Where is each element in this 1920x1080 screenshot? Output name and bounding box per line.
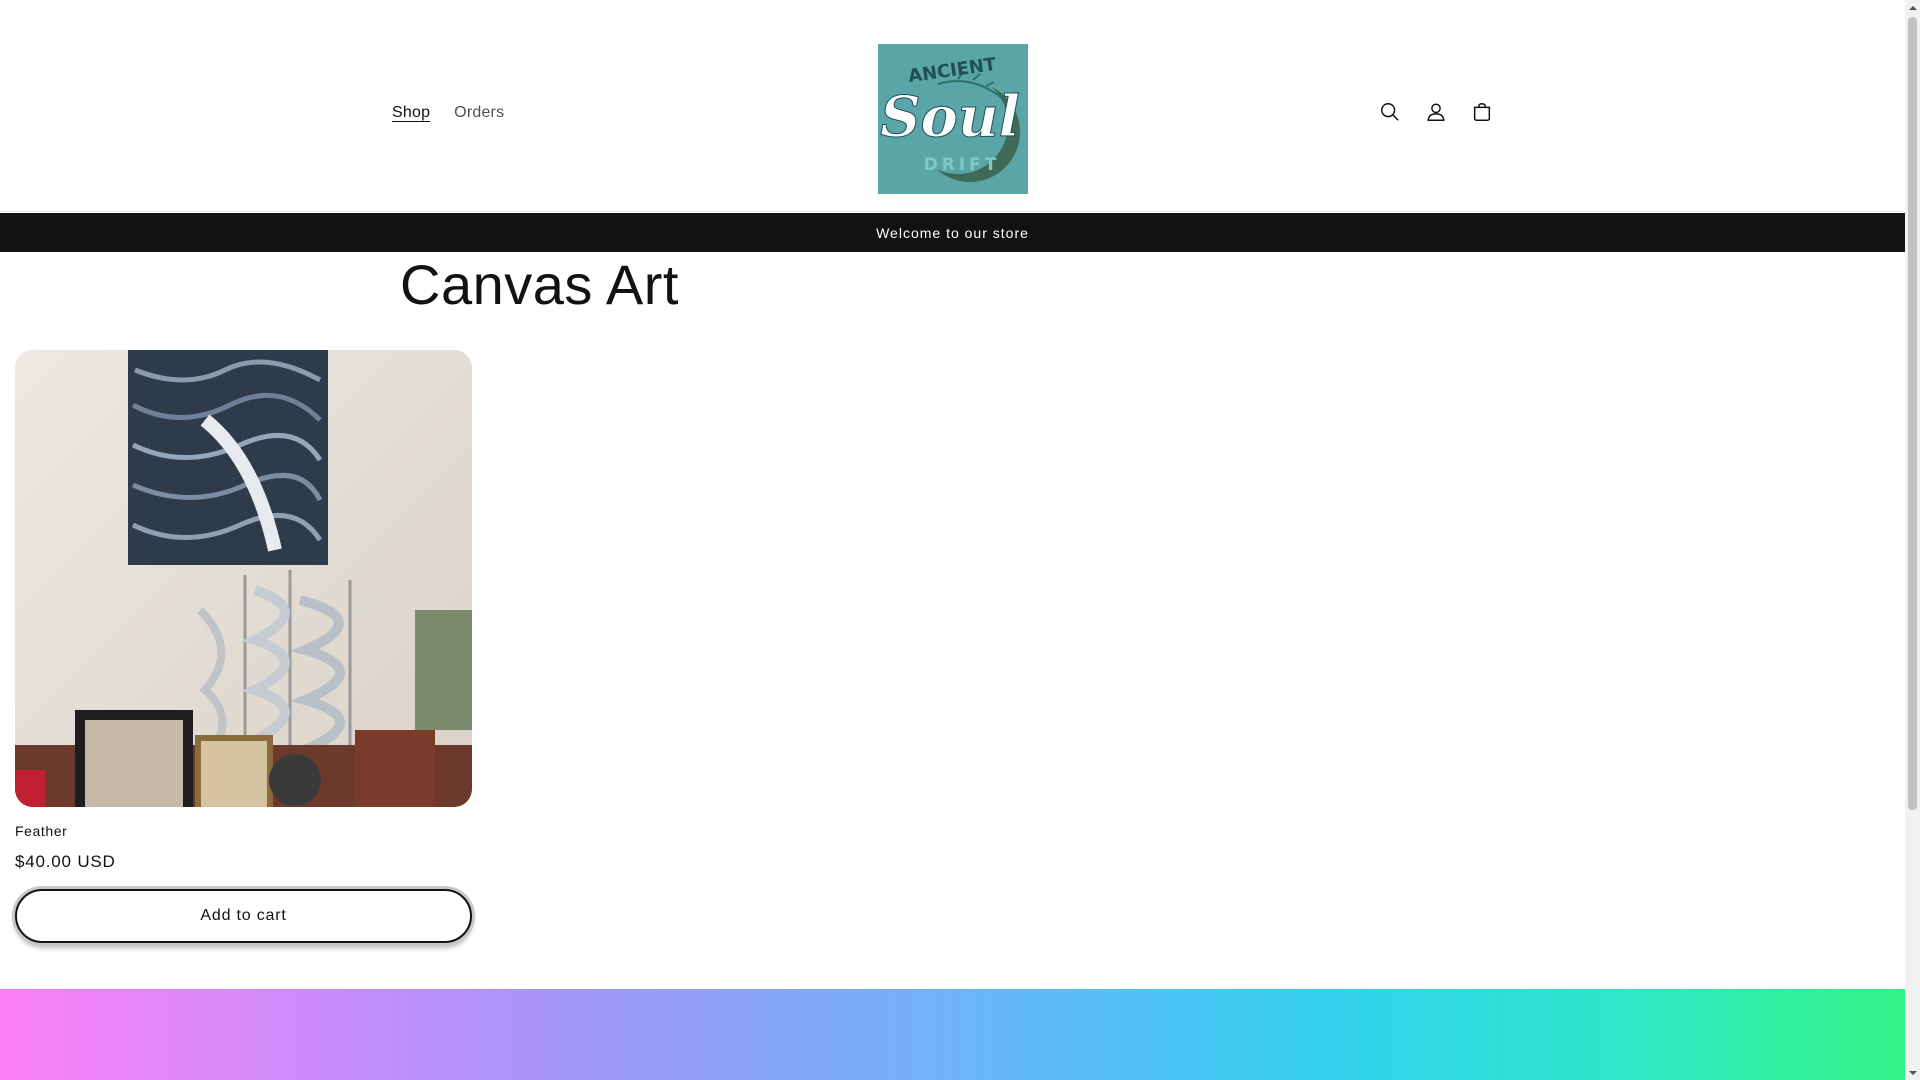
nav-link-shop[interactable]: Shop xyxy=(392,104,430,122)
announcement-bar: Welcome to our store xyxy=(0,213,1905,252)
header-icons xyxy=(1378,100,1494,124)
logo-graphic: ANCIENT Soul DRIFT xyxy=(878,44,1028,194)
scroll-up-arrow-icon[interactable] xyxy=(1905,0,1920,15)
product-photo xyxy=(15,350,472,807)
product-title[interactable]: Feather xyxy=(15,823,67,839)
gradient-banner xyxy=(0,989,1905,1080)
announcement-text: Welcome to our store xyxy=(876,224,1029,241)
account-icon[interactable] xyxy=(1424,100,1448,124)
cart-icon[interactable] xyxy=(1470,100,1494,124)
scroll-down-arrow-icon[interactable] xyxy=(1905,1065,1920,1080)
add-to-cart-button[interactable]: Add to cart xyxy=(15,889,472,943)
svg-text:Soul: Soul xyxy=(880,84,1020,150)
site-header: Shop Orders ANCIENT Soul DRIFT xyxy=(0,0,1905,212)
vertical-scrollbar[interactable] xyxy=(1905,0,1920,1080)
nav-link-orders[interactable]: Orders xyxy=(454,104,504,122)
product-price: $40.00 USD xyxy=(15,852,116,871)
product-card: Feather $40.00 USD Add to cart xyxy=(15,350,472,943)
main-nav: Shop Orders xyxy=(392,104,504,122)
page: Shop Orders ANCIENT Soul DRIFT Welcome t… xyxy=(0,0,1905,1080)
svg-text:DRIFT: DRIFT xyxy=(924,155,1001,175)
search-icon[interactable] xyxy=(1378,100,1402,124)
product-image[interactable] xyxy=(15,350,472,807)
scrollbar-thumb[interactable] xyxy=(1908,17,1917,810)
collection-title: Canvas Art xyxy=(400,253,679,316)
store-logo[interactable]: ANCIENT Soul DRIFT xyxy=(878,44,1028,194)
